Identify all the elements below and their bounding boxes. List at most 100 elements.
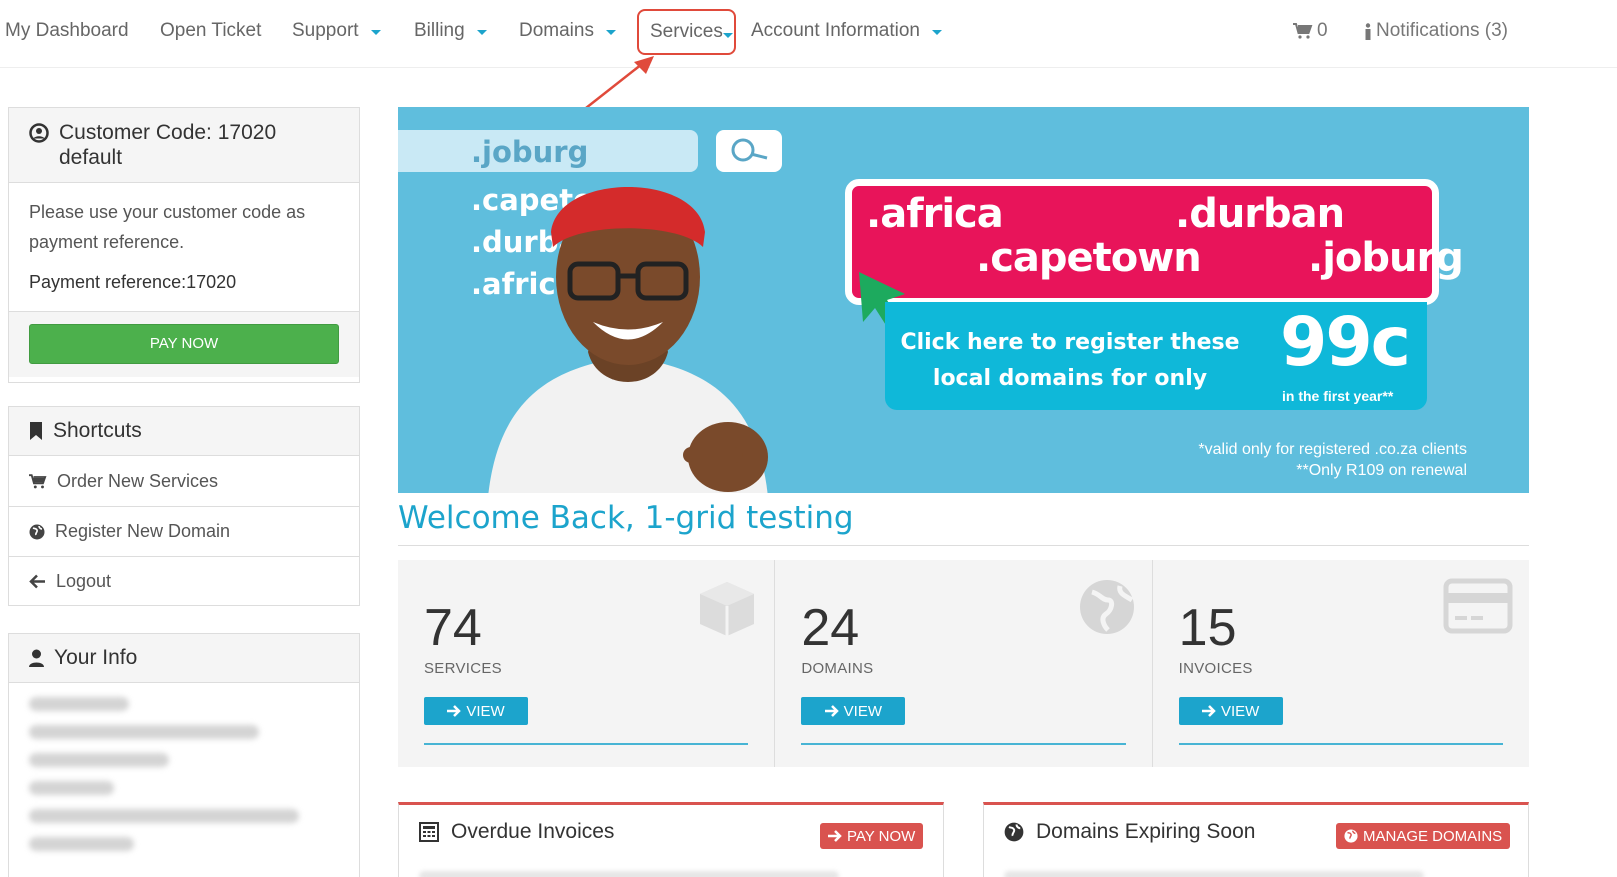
stat-value: 24 — [801, 599, 860, 657]
stat-underline — [801, 743, 1126, 745]
nav-account-information[interactable]: Account Information — [751, 20, 942, 42]
stat-value: 15 — [1178, 599, 1237, 657]
panel-content-peek — [419, 871, 839, 877]
promo-banner[interactable]: .joburg .capetown .durban .africa .afric… — [398, 107, 1529, 493]
panel-content-peek — [1004, 871, 1424, 877]
cart-count: 0 — [1317, 20, 1328, 41]
redacted-text — [29, 781, 114, 795]
promo-domain: .capetown — [976, 235, 1202, 281]
manage-domains-button[interactable]: MANAGE DOMAINS — [1336, 823, 1511, 849]
chevron-down-icon — [605, 30, 616, 35]
shortcut-register-new-domain[interactable]: Register New Domain — [9, 506, 359, 556]
overdue-invoices-title: Overdue Invoices — [419, 820, 614, 844]
view-invoices-button[interactable]: VIEW — [1178, 697, 1283, 725]
panel-title-text: Overdue Invoices — [451, 820, 615, 843]
customer-code-title: Customer Code: 17020 default — [59, 121, 277, 169]
user-circle-icon — [29, 123, 49, 143]
view-label: VIEW — [466, 702, 505, 720]
nav-my-dashboard[interactable]: My Dashboard — [5, 20, 129, 42]
your-info-title: Your Info — [54, 646, 138, 669]
stat-invoices: 15 INVOICES VIEW — [1153, 560, 1529, 767]
welcome-heading: Welcome Back, 1-grid testing — [398, 500, 1529, 546]
pay-now-button[interactable]: PAY NOW — [29, 324, 339, 364]
overdue-pay-now-button[interactable]: PAY NOW — [820, 823, 924, 849]
chevron-down-icon[interactable] — [723, 33, 733, 38]
nav-services[interactable]: Services — [637, 9, 736, 55]
redacted-text — [29, 697, 129, 711]
nav-label: Billing — [414, 20, 465, 41]
shortcuts-panel: Shortcuts Order New Services Register Ne… — [8, 406, 360, 606]
payment-note: Please use your customer code as payment… — [29, 202, 306, 252]
top-navigation: My Dashboard Open Ticket Support Billing… — [0, 0, 1617, 68]
chevron-down-icon — [931, 30, 942, 35]
credit-card-icon — [1443, 578, 1513, 634]
customer-code-panel: Customer Code: 17020 default Please use … — [8, 107, 360, 383]
stats-row: 74 SERVICES VIEW 24 DOMAINS VIEW 15 INVO… — [398, 560, 1529, 767]
shortcuts-header: Shortcuts — [9, 407, 359, 456]
stat-underline — [424, 743, 749, 745]
your-info-header: Your Info — [9, 634, 359, 683]
globe-icon — [1004, 822, 1024, 842]
stat-label: DOMAINS — [801, 660, 874, 677]
shortcut-label: Order New Services — [57, 470, 219, 491]
info-icon — [1365, 22, 1371, 40]
globe-icon — [29, 524, 45, 539]
nav-label: My Dashboard — [5, 20, 129, 41]
arrow-right-icon — [824, 705, 839, 717]
stat-domains: 24 DOMAINS VIEW — [775, 560, 1153, 767]
customer-code-header: Customer Code: 17020 default — [9, 108, 359, 183]
box-icon — [700, 582, 755, 636]
chevron-down-icon — [370, 30, 381, 35]
payment-reference: Payment reference:17020 — [29, 272, 237, 292]
your-info-panel: Your Info — [8, 633, 360, 877]
annotation-arrow — [585, 56, 654, 109]
button-label: PAY NOW — [847, 827, 916, 845]
fineprint-line: *valid only for registered .co.za client… — [1198, 441, 1467, 458]
domains-expiring-title: Domains Expiring Soon — [1004, 820, 1255, 844]
nav-label: Account Information — [751, 20, 920, 41]
cart-icon — [1293, 23, 1313, 39]
promo-domain: .africa — [866, 191, 1004, 237]
stat-label: INVOICES — [1178, 660, 1253, 677]
chevron-down-icon — [476, 30, 487, 35]
nav-domains[interactable]: Domains — [519, 20, 616, 42]
fineprint-line: **Only R109 on renewal — [1296, 462, 1467, 479]
nav-label: Open Ticket — [160, 20, 262, 41]
promo-domain: .durban — [1175, 191, 1345, 237]
promo-price-note: in the first year** — [1282, 388, 1394, 404]
view-services-button[interactable]: VIEW — [424, 697, 528, 725]
nav-open-ticket[interactable]: Open Ticket — [160, 20, 261, 42]
redacted-text — [29, 725, 259, 739]
nav-label: Domains — [519, 20, 594, 41]
redacted-text — [29, 837, 134, 851]
cart-link[interactable]: 0 — [1293, 20, 1328, 42]
promo-price: 99c — [1280, 303, 1411, 382]
stat-services: 74 SERVICES VIEW — [398, 560, 776, 767]
overdue-invoices-panel: Overdue Invoices PAY NOW — [398, 802, 944, 877]
shortcut-logout[interactable]: Logout — [9, 556, 359, 606]
nav-support[interactable]: Support — [292, 20, 381, 42]
shortcut-label: Logout — [56, 571, 112, 591]
domains-expiring-panel: Domains Expiring Soon MANAGE DOMAINS — [983, 802, 1529, 877]
view-label: VIEW — [843, 702, 882, 720]
promo-fineprint: *valid only for registered .co.za client… — [1198, 439, 1467, 481]
stat-label: SERVICES — [424, 660, 502, 677]
calculator-icon — [419, 822, 439, 842]
arrow-left-icon — [29, 574, 45, 589]
redacted-text — [29, 753, 169, 767]
bookmark-icon — [30, 422, 42, 440]
customer-code-body: Please use your customer code as payment… — [9, 183, 359, 311]
button-label: MANAGE DOMAINS — [1363, 827, 1503, 845]
view-domains-button[interactable]: VIEW — [801, 697, 906, 725]
arrow-right-icon — [447, 705, 462, 717]
person-illustration — [488, 187, 768, 493]
globe-icon — [1079, 580, 1134, 634]
redacted-text — [29, 809, 299, 823]
nav-billing[interactable]: Billing — [414, 20, 487, 42]
user-icon — [29, 649, 44, 667]
shortcuts-title: Shortcuts — [53, 419, 142, 442]
promo-cta-text: Click here to register these local domai… — [900, 330, 1240, 391]
notifications-link[interactable]: Notifications (3) — [1364, 20, 1508, 42]
arrow-right-icon — [1201, 705, 1216, 717]
shortcut-order-new-services[interactable]: Order New Services — [9, 456, 359, 506]
